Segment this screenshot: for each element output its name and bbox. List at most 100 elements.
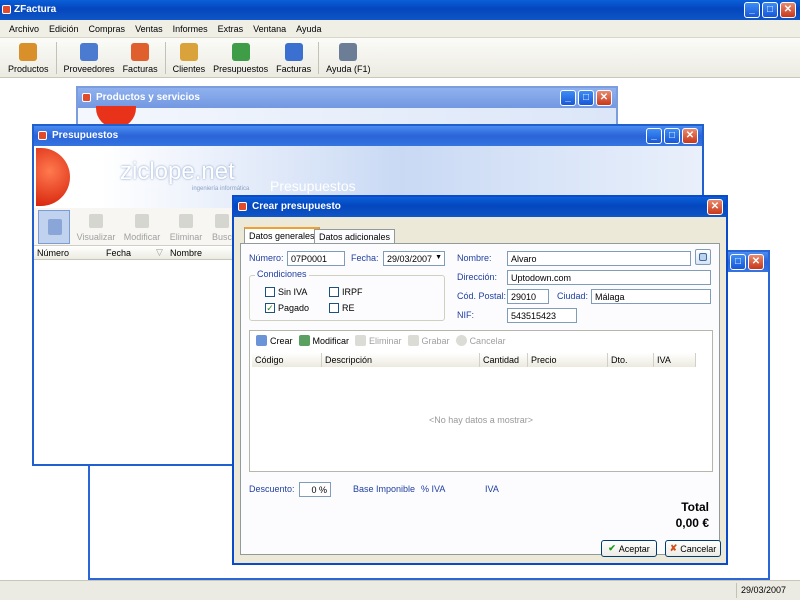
minimize-button[interactable]: _: [560, 90, 576, 106]
direccion-label: Dirección:: [457, 272, 498, 282]
cp-label: Cód. Postal:: [457, 291, 507, 301]
cancel-icon: [455, 335, 467, 346]
productos-window-title: Productos y servicios: [96, 92, 200, 103]
col-fecha[interactable]: Fecha: [106, 248, 131, 258]
aceptar-button[interactable]: ✔ Aceptar: [601, 540, 657, 557]
toolbar-label: Productos: [8, 64, 49, 74]
menu-ayuda[interactable]: Ayuda: [291, 24, 326, 34]
buscar-button[interactable]: Busc: [210, 214, 234, 242]
sin-iva-checkbox[interactable]: [265, 287, 275, 297]
col-descripcion[interactable]: Descripción: [322, 353, 480, 367]
menu-archivo[interactable]: Archivo: [4, 24, 44, 34]
cancelar-linea-button[interactable]: Cancelar: [455, 335, 506, 346]
toolbar-label: Facturas: [122, 64, 158, 74]
cp-field[interactable]: 29010: [507, 289, 549, 304]
maximize-button[interactable]: □: [730, 254, 746, 270]
ciudad-label: Ciudad:: [557, 291, 589, 301]
descuento-field[interactable]: 0 %: [299, 482, 331, 497]
chevron-down-icon[interactable]: ▼: [435, 254, 442, 261]
close-button[interactable]: ✕: [707, 199, 723, 215]
modificar-button[interactable]: Modificar: [122, 214, 162, 242]
col-numero[interactable]: Número: [37, 248, 69, 258]
menu-compras[interactable]: Compras: [84, 24, 131, 34]
direccion-field[interactable]: Uptodown.com: [507, 270, 711, 285]
nif-label: NIF:: [457, 310, 474, 320]
sort-icon: ▽: [156, 247, 163, 257]
menu-ventas[interactable]: Ventas: [130, 24, 168, 34]
toolbar-separator: [55, 42, 57, 74]
eliminar-linea-button[interactable]: Eliminar: [355, 335, 402, 346]
condiciones-label: Condiciones: [255, 269, 309, 279]
edit-icon: [298, 335, 310, 346]
toolbar-label: Presupuestos: [213, 64, 269, 74]
cancel-x-icon: ✘: [669, 543, 678, 553]
toolbar-ayuda-button[interactable]: Ayuda (F1): [322, 38, 374, 78]
col-iva[interactable]: IVA: [654, 353, 696, 367]
buscar-label: Busc: [211, 232, 232, 242]
save-icon: [407, 335, 419, 346]
eliminar-button[interactable]: Eliminar: [166, 214, 206, 242]
irpf-checkbox[interactable]: [329, 287, 339, 297]
close-button[interactable]: ✕: [780, 2, 796, 18]
modificar-label: Modificar: [312, 335, 350, 346]
app-title-bar[interactable]: ZFactura _ □ ✕: [0, 0, 800, 20]
pagado-checkbox[interactable]: ✓: [265, 303, 275, 313]
tab-datos-generales[interactable]: Datos generales: [244, 227, 320, 244]
nif-field[interactable]: 543515423: [507, 308, 577, 323]
menu-edicion[interactable]: Edición: [44, 24, 84, 34]
toolbar-proveedores-button[interactable]: Proveedores: [60, 38, 119, 78]
visualizar-button[interactable]: Visualizar: [76, 214, 116, 242]
buscar-cliente-button[interactable]: [695, 249, 711, 265]
nombre-label: Nombre:: [457, 253, 492, 263]
visualizar-label: Visualizar: [76, 232, 116, 242]
main-toolbar: Productos Proveedores Facturas Clientes …: [0, 38, 800, 78]
window-icon: [38, 131, 47, 140]
grabar-label: Grabar: [421, 335, 450, 346]
minimize-button[interactable]: _: [744, 2, 760, 18]
irpf-label: IRPF: [342, 287, 363, 297]
col-codigo[interactable]: Código: [252, 353, 322, 367]
toolbar-label: Ayuda (F1): [326, 64, 371, 74]
grabar-linea-button[interactable]: Grabar: [407, 335, 450, 346]
menu-informes[interactable]: Informes: [168, 24, 213, 34]
toolbar-separator: [318, 42, 320, 74]
minimize-button[interactable]: _: [646, 128, 662, 144]
presupuestos-window-title: Presupuestos: [52, 130, 119, 141]
toolbar-productos-button[interactable]: Productos: [4, 38, 53, 78]
toolbar-clientes-button[interactable]: Clientes: [169, 38, 210, 78]
nombre-field[interactable]: Alvaro: [507, 251, 691, 266]
productos-window-title-bar[interactable]: Productos y servicios _ □ ✕: [78, 88, 616, 108]
menu-ventana[interactable]: Ventana: [248, 24, 291, 34]
window-icon: [238, 202, 247, 211]
ciudad-field[interactable]: Málaga: [591, 289, 711, 304]
numero-field[interactable]: 07P0001: [287, 251, 345, 266]
re-checkbox[interactable]: [329, 303, 339, 313]
close-button[interactable]: ✕: [682, 128, 698, 144]
suppliers-icon: [80, 43, 99, 61]
maximize-button[interactable]: □: [578, 90, 594, 106]
maximize-button[interactable]: □: [664, 128, 680, 144]
iva-label: IVA: [485, 484, 499, 494]
maximize-button[interactable]: □: [762, 2, 778, 18]
modificar-linea-button[interactable]: Modificar: [298, 335, 350, 346]
col-cantidad[interactable]: Cantidad: [480, 353, 528, 367]
col-precio[interactable]: Precio: [528, 353, 608, 367]
help-icon: [339, 43, 358, 61]
fecha-picker[interactable]: 29/03/2007 ▼: [383, 251, 445, 266]
col-dto[interactable]: Dto.: [608, 353, 654, 367]
crear-linea-button[interactable]: Crear: [256, 335, 293, 346]
close-button[interactable]: ✕: [596, 90, 612, 106]
search-icon: [215, 214, 229, 228]
edit-icon: [135, 214, 149, 228]
nuevo-button[interactable]: [38, 210, 70, 244]
presupuestos-window-title-bar[interactable]: Presupuestos _ □ ✕: [34, 126, 702, 146]
cancelar-button[interactable]: ✘ Cancelar: [665, 540, 721, 557]
toolbar-facturas-ventas-button[interactable]: Facturas: [272, 38, 315, 78]
dialog-title-bar[interactable]: Crear presupuesto ✕: [234, 197, 726, 217]
toolbar-presupuestos-button[interactable]: Presupuestos: [209, 38, 272, 78]
menu-extras[interactable]: Extras: [213, 24, 249, 34]
close-button[interactable]: ✕: [748, 254, 764, 270]
col-nombre[interactable]: Nombre: [170, 248, 202, 258]
tab-panel: Número: 07P0001 Fecha: 29/03/2007 ▼ Cond…: [240, 243, 721, 557]
toolbar-facturas-compras-button[interactable]: Facturas: [119, 38, 162, 78]
